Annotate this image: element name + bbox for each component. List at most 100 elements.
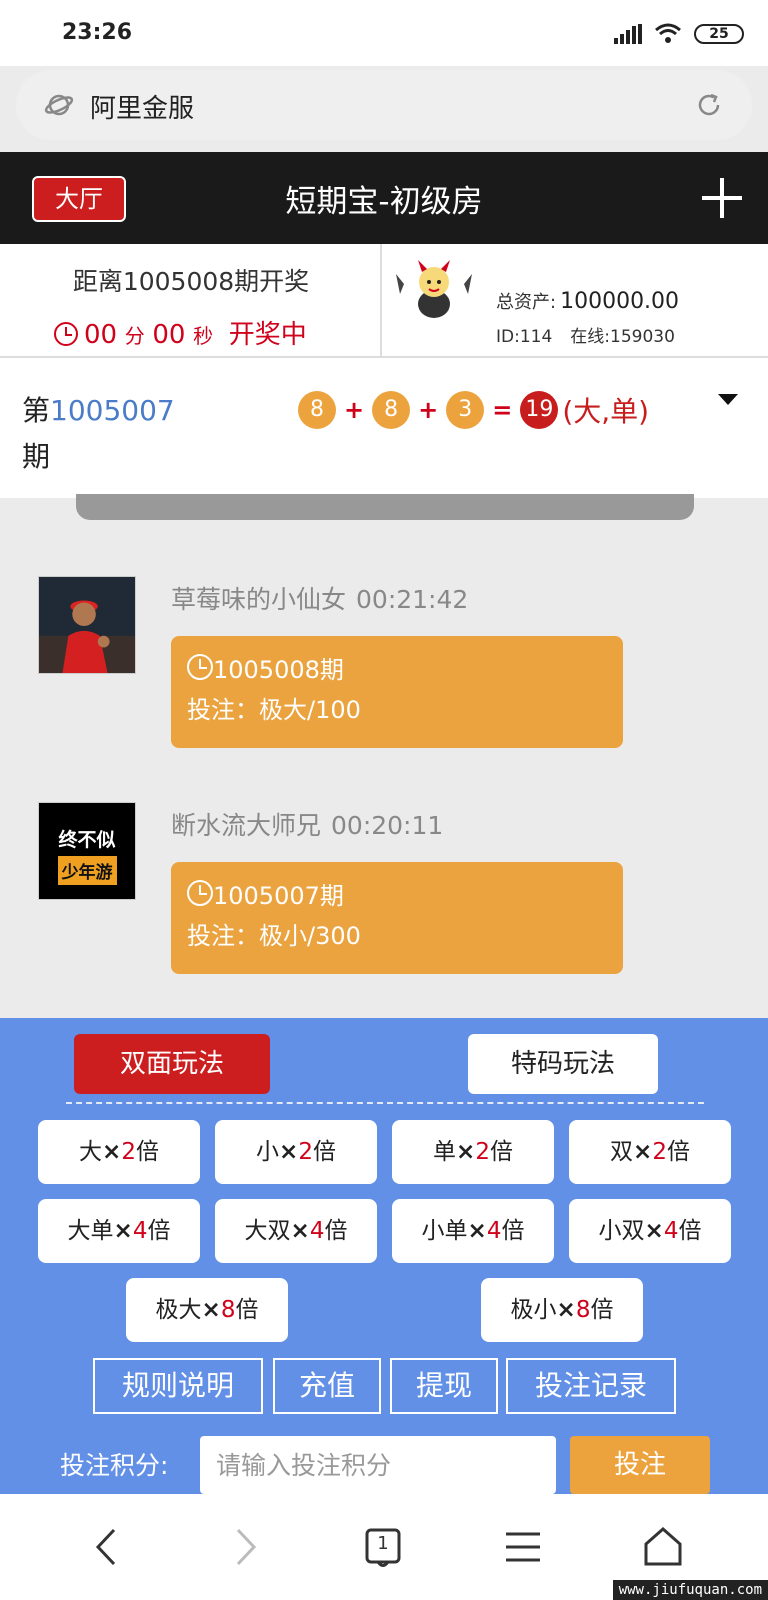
- option-unit: 倍: [312, 1139, 336, 1165]
- page-title: 短期宝-初级房: [285, 184, 483, 220]
- refresh-icon[interactable]: [694, 90, 724, 120]
- bet-option-small-odd[interactable]: 小单×4倍: [392, 1199, 554, 1263]
- user-id: ID:114: [496, 327, 553, 347]
- message-time: 00:21:42: [356, 585, 469, 614]
- chat-message: 草莓味的小仙女 00:21:42 1005008期 投注：极大/100: [38, 576, 738, 766]
- option-name: 极小: [510, 1297, 557, 1323]
- option-name: 小单: [421, 1218, 468, 1244]
- option-unit: 倍: [147, 1218, 171, 1244]
- user-avatar: 终不似 少年游: [38, 802, 136, 900]
- bet-option-small[interactable]: 小×2倍: [215, 1120, 377, 1184]
- option-multiplier: 2: [298, 1139, 313, 1165]
- option-unit: 倍: [666, 1139, 690, 1165]
- user-ids: ID:114 在线:159030: [496, 322, 693, 347]
- bet-option-extreme-big[interactable]: 极大×8倍: [126, 1278, 288, 1342]
- option-unit: 倍: [235, 1297, 259, 1323]
- nickname: 断水流大师兄: [171, 811, 322, 840]
- option-unit: 倍: [678, 1218, 702, 1244]
- option-multiplier: 4: [132, 1218, 148, 1244]
- result-balls: 8 +8 +3 = 19 (大,单): [298, 390, 649, 430]
- draw-status: 开奖中: [228, 320, 307, 350]
- dropdown-caret-icon[interactable]: [718, 394, 738, 405]
- option-times: ×: [467, 1218, 487, 1244]
- option-times: ×: [556, 1297, 576, 1323]
- option-times: ×: [279, 1139, 299, 1165]
- menu-icon[interactable]: [498, 1522, 548, 1572]
- chat-message: 终不似 少年游 断水流大师兄 00:20:11 1005007期 投注：极小/30…: [38, 802, 738, 992]
- address-text[interactable]: 阿里金服: [90, 88, 194, 125]
- option-name: 大双: [244, 1218, 291, 1244]
- draw-countdown: 距离1005008期开奖 00 分 00 秒 开奖中: [0, 244, 382, 356]
- option-name: 小双: [598, 1218, 645, 1244]
- bet-option-big-odd[interactable]: 大单×4倍: [38, 1199, 200, 1263]
- bet-option-extreme-small[interactable]: 极小×8倍: [481, 1278, 643, 1342]
- bet-amount-label: 投注积分:: [60, 1451, 169, 1480]
- planet-icon: [44, 94, 74, 116]
- bet-option-small-even[interactable]: 小双×4倍: [569, 1199, 731, 1263]
- plus-icon[interactable]: [702, 178, 742, 218]
- forward-icon[interactable]: [220, 1522, 270, 1572]
- option-name: 大单: [67, 1218, 114, 1244]
- tab-two-sided[interactable]: 双面玩法: [74, 1034, 270, 1094]
- address-bar[interactable]: 阿里金服: [16, 70, 752, 140]
- avatar-text-top: 终不似: [58, 829, 116, 851]
- recharge-button[interactable]: 充值: [273, 1358, 381, 1414]
- countdown-timer: 00 分 00 秒 开奖中: [54, 314, 307, 351]
- bet-bubble: 1005007期 投注：极小/300: [171, 862, 623, 974]
- option-name: 双: [610, 1139, 634, 1165]
- option-unit: 倍: [501, 1218, 525, 1244]
- home-icon[interactable]: [638, 1522, 688, 1572]
- result-outcome: (大,单): [562, 395, 650, 428]
- option-multiplier: 4: [309, 1218, 325, 1244]
- rules-button[interactable]: 规则说明: [93, 1358, 263, 1414]
- seconds-unit: 秒: [193, 324, 214, 348]
- result-sum: 19: [520, 391, 559, 429]
- info-panel: 距离1005008期开奖 00 分 00 秒 开奖中 总资产: 100000.00…: [0, 244, 768, 358]
- place-bet-button[interactable]: 投注: [570, 1436, 710, 1494]
- tabs-icon[interactable]: 1: [358, 1522, 408, 1572]
- tab-count: 1: [377, 1533, 389, 1554]
- option-unit: 倍: [324, 1218, 348, 1244]
- bet-panel: 双面玩法 特码玩法 大×2倍 小×2倍 单×2倍 双×2倍 大单×4倍 大双×4…: [0, 1018, 768, 1494]
- option-multiplier: 2: [121, 1139, 136, 1165]
- option-name: 大: [79, 1139, 103, 1165]
- devil-avatar-icon: [396, 260, 472, 318]
- countdown-label: 距离1005008期开奖: [72, 267, 310, 296]
- nickname: 草莓味的小仙女: [171, 585, 347, 614]
- chat-nick: 断水流大师兄 00:20:11: [171, 806, 443, 842]
- option-name: 小: [256, 1139, 280, 1165]
- message-time: 00:20:11: [331, 811, 444, 840]
- signal-icon: [614, 24, 644, 44]
- option-name: 极大: [155, 1297, 202, 1323]
- bet-option-odd[interactable]: 单×2倍: [392, 1120, 554, 1184]
- back-icon[interactable]: [82, 1522, 132, 1572]
- last-draw-result[interactable]: 第1005007 期 8 +8 +3 = 19 (大,单): [0, 358, 768, 498]
- bet-option-big-even[interactable]: 大双×4倍: [215, 1199, 377, 1263]
- bubble-period: 1005008期: [213, 656, 344, 684]
- option-name: 单: [433, 1139, 457, 1165]
- period-suffix: 期: [22, 440, 51, 473]
- plus-sign: +: [344, 396, 365, 424]
- online-count: 在线:159030: [570, 327, 675, 347]
- last-period: 第1005007 期: [22, 388, 202, 480]
- bet-amount-input[interactable]: [200, 1436, 556, 1494]
- period-number: 1005007: [50, 394, 175, 427]
- chat-nick: 草莓味的小仙女 00:21:42: [171, 580, 468, 616]
- bubble-bet: 投注：极大/100: [187, 696, 361, 724]
- bet-history-button[interactable]: 投注记录: [506, 1358, 676, 1414]
- option-multiplier: 2: [652, 1139, 667, 1165]
- tab-special-code[interactable]: 特码玩法: [468, 1034, 658, 1094]
- total-assets: 总资产: 100000.00: [496, 288, 679, 314]
- option-times: ×: [644, 1218, 664, 1244]
- clock-icon: [187, 880, 213, 906]
- bet-option-even[interactable]: 双×2倍: [569, 1120, 731, 1184]
- user-panel: 总资产: 100000.00 ID:114 在线:159030: [384, 244, 768, 356]
- option-times: ×: [201, 1297, 221, 1323]
- bet-bubble: 1005008期 投注：极大/100: [171, 636, 623, 748]
- wifi-icon: [655, 23, 681, 43]
- withdraw-button[interactable]: 提现: [390, 1358, 498, 1414]
- bet-option-big[interactable]: 大×2倍: [38, 1120, 200, 1184]
- option-times: ×: [633, 1139, 653, 1165]
- result-ball: 8: [298, 391, 336, 429]
- option-multiplier: 8: [575, 1297, 591, 1323]
